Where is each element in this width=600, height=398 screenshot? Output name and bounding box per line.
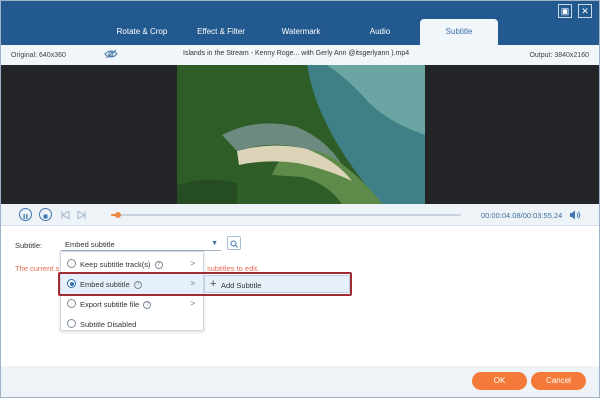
video-image xyxy=(177,65,425,204)
search-icon xyxy=(230,240,238,248)
video-frame xyxy=(177,65,425,204)
previous-frame-icon[interactable] xyxy=(61,211,70,219)
warning-text-start: The current s xyxy=(15,264,60,273)
option-label: Subtitle Disabled xyxy=(80,320,137,329)
radio-button-selected[interactable] xyxy=(67,279,76,288)
option-embed-subtitle[interactable]: Embed subtitle ? > xyxy=(61,274,203,294)
option-label: Export subtitle file xyxy=(80,300,140,309)
eye-off-icon[interactable] xyxy=(104,49,118,59)
subtitle-select[interactable]: Embed subtitle ▼ xyxy=(61,236,221,251)
tab-subtitle[interactable]: Subtitle xyxy=(420,19,498,45)
restore-icon[interactable]: ▣ xyxy=(558,4,572,18)
option-label: Embed subtitle xyxy=(80,280,130,289)
help-icon[interactable]: ? xyxy=(133,281,142,290)
video-preview-area xyxy=(1,65,599,204)
tab-effect-filter[interactable]: Effect & Filter xyxy=(182,19,260,45)
next-frame-icon[interactable] xyxy=(77,211,86,219)
add-subtitle-button[interactable]: + Add Subtitle xyxy=(204,275,350,293)
tab-rotate-crop[interactable]: Rotate & Crop xyxy=(103,19,181,45)
option-export-subtitle-file[interactable]: Export subtitle file ? > xyxy=(61,294,203,314)
chevron-right-icon: > xyxy=(190,299,195,308)
time-readout: 00:00:04.08/00:03:55.24 xyxy=(481,211,563,220)
playback-controls: 00:00:04.08/00:03:55.24 xyxy=(1,204,599,226)
original-resolution: Original: 640x360 xyxy=(11,52,66,59)
tab-bar: Rotate & Crop Effect & Filter Watermark … xyxy=(1,1,599,45)
close-icon[interactable]: ✕ xyxy=(578,4,592,18)
radio-button[interactable] xyxy=(67,259,76,268)
option-keep-subtitle-tracks[interactable]: Keep subtitle track(s) ? > xyxy=(61,254,203,274)
info-bar: Original: 640x360 Islands in the Stream … xyxy=(1,45,599,65)
progress-handle[interactable] xyxy=(115,212,121,218)
tab-watermark[interactable]: Watermark xyxy=(262,19,340,45)
option-subtitle-disabled[interactable]: Subtitle Disabled xyxy=(61,314,203,334)
subtitle-select-value: Embed subtitle xyxy=(65,240,115,249)
subtitle-settings: Subtitle: Embed subtitle ▼ The current s… xyxy=(1,226,599,366)
radio-button[interactable] xyxy=(67,299,76,308)
add-subtitle-label: Add Subtitle xyxy=(221,281,262,290)
tab-audio[interactable]: Audio xyxy=(341,19,419,45)
ok-button[interactable]: OK xyxy=(472,372,527,390)
subtitle-dropdown: Keep subtitle track(s) ? > Embed subtitl… xyxy=(60,251,204,331)
output-resolution: Output: 3840x2160 xyxy=(529,52,589,59)
editor-window: Rotate & Crop Effect & Filter Watermark … xyxy=(0,0,600,398)
chevron-right-icon: > xyxy=(190,259,195,268)
warning-text-end: subtitles to edit. xyxy=(207,264,260,273)
cancel-button[interactable]: Cancel xyxy=(531,372,586,390)
file-name: Islands in the Stream - Kenny Roge... wi… xyxy=(183,50,410,57)
plus-icon: + xyxy=(210,278,217,290)
stop-icon[interactable] xyxy=(39,208,52,221)
search-button[interactable] xyxy=(227,236,241,250)
help-icon[interactable]: ? xyxy=(143,301,152,310)
progress-slider[interactable] xyxy=(111,212,461,218)
subtitle-label: Subtitle: xyxy=(15,241,43,250)
radio-button[interactable] xyxy=(67,319,76,328)
chevron-down-icon: ▼ xyxy=(211,240,218,247)
pause-icon[interactable] xyxy=(19,208,32,221)
chevron-right-icon: > xyxy=(190,279,195,288)
volume-icon[interactable] xyxy=(569,210,581,220)
footer: OK Cancel xyxy=(1,366,599,397)
help-icon[interactable]: ? xyxy=(154,261,163,270)
option-label: Keep subtitle track(s) xyxy=(80,260,151,269)
